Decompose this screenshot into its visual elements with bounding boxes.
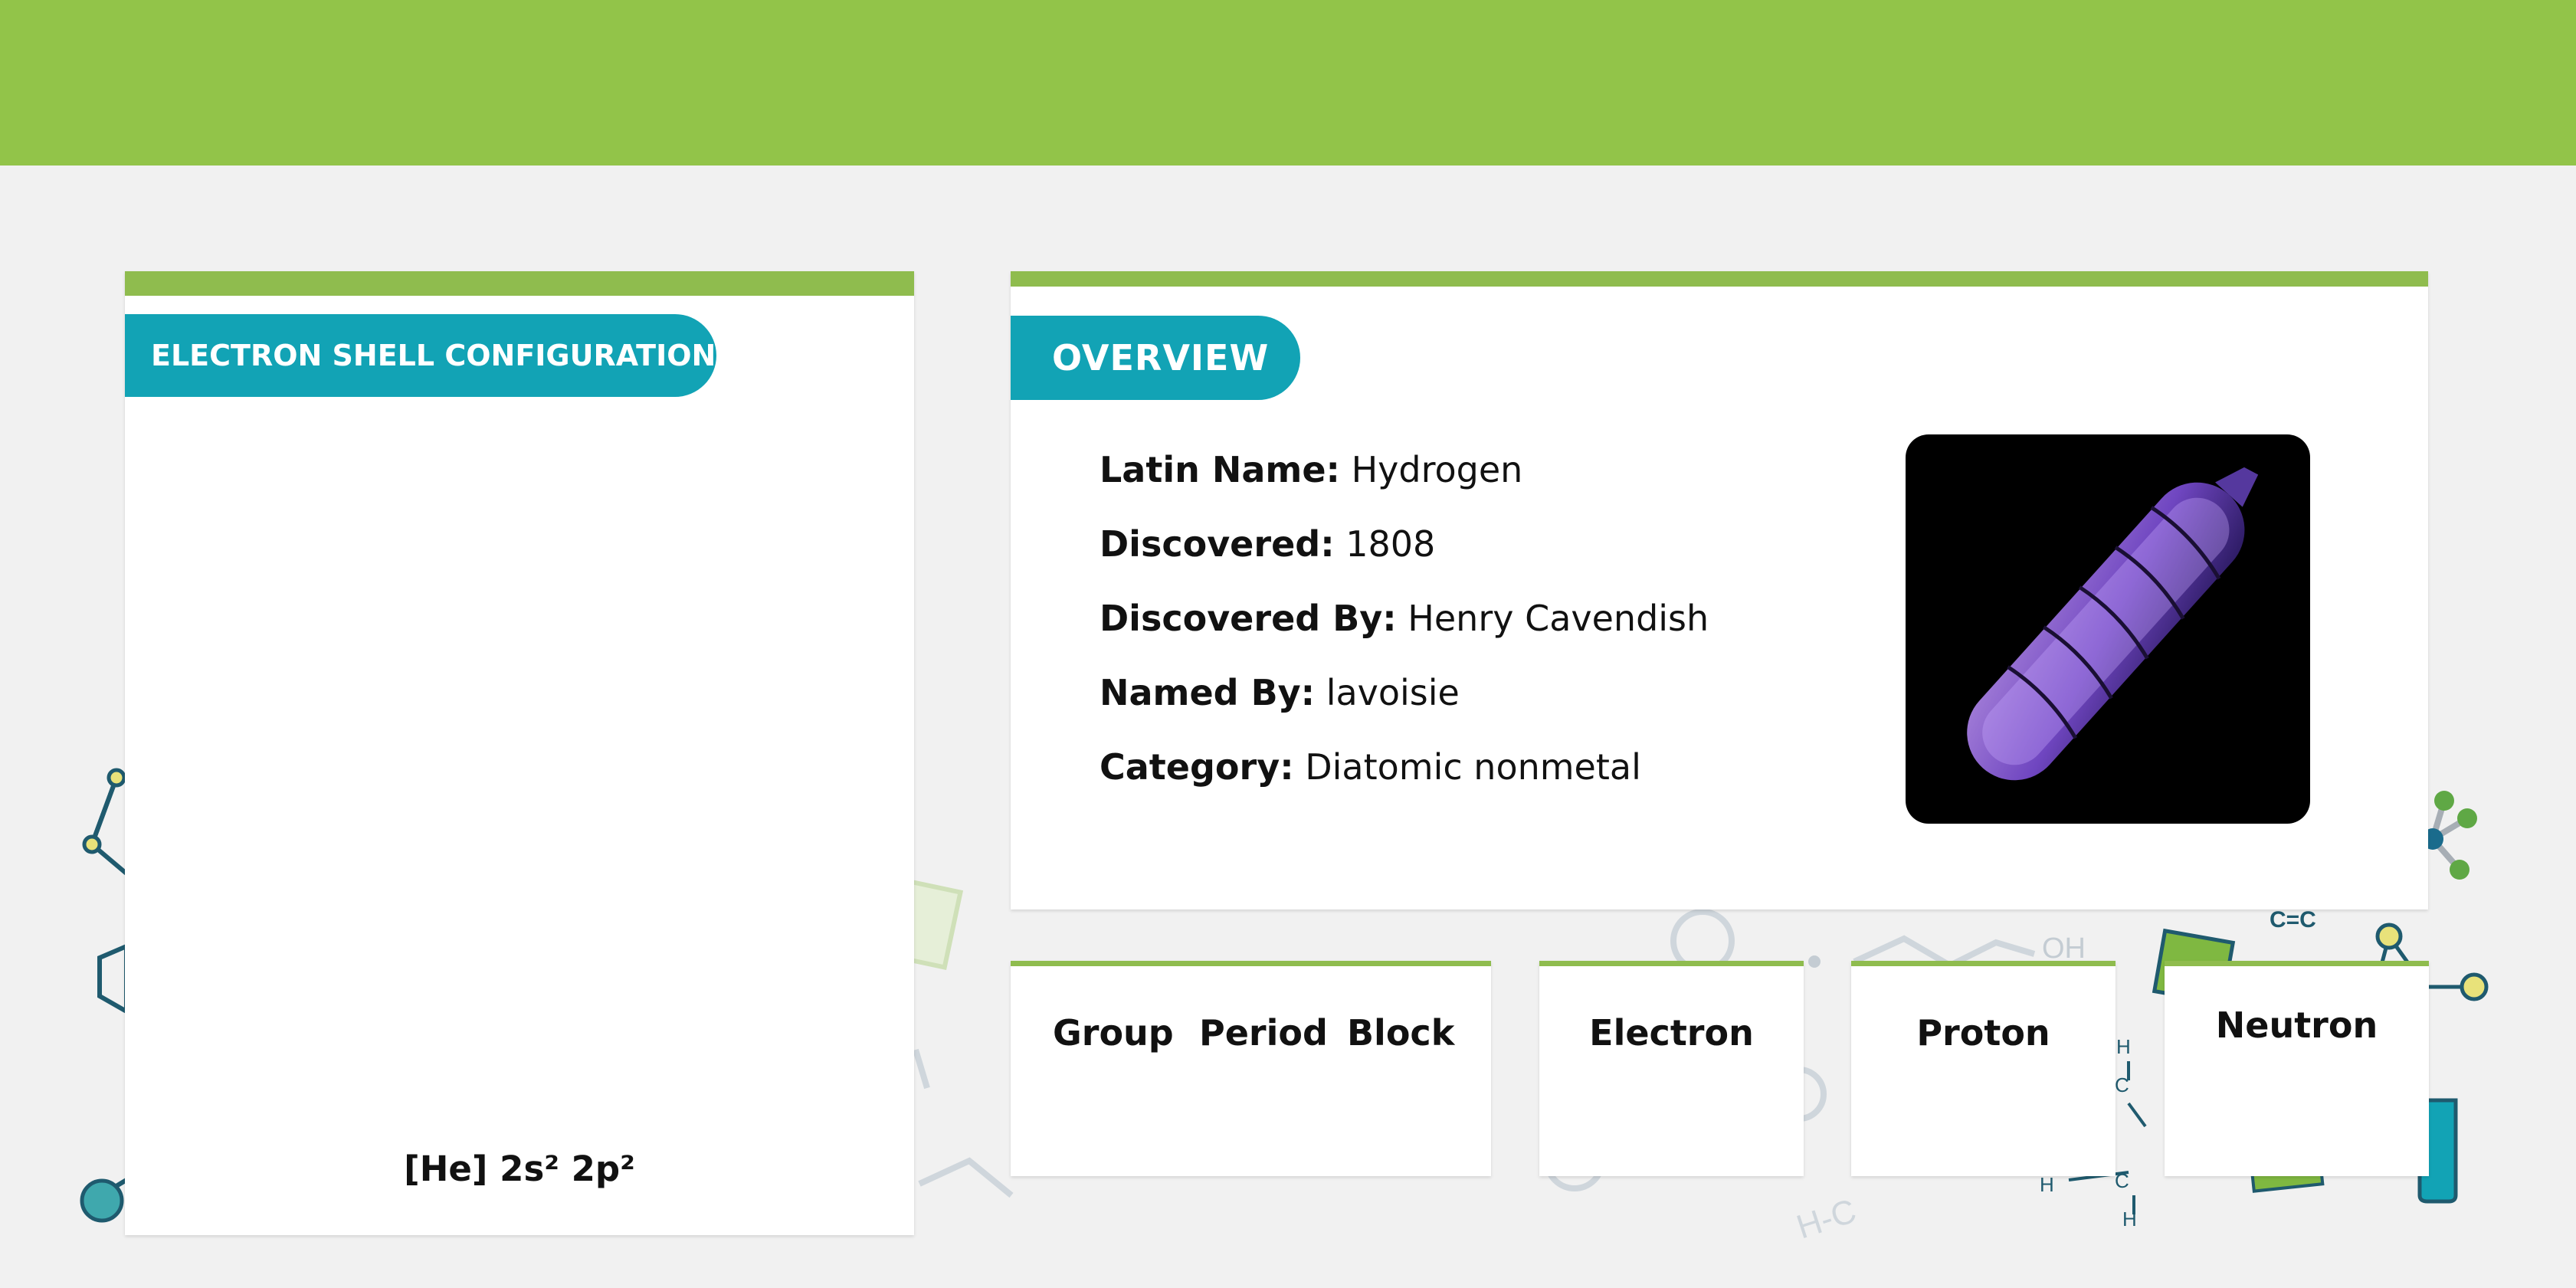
glowing-gas-tube-image [1967,467,2259,781]
field-value: Diatomic nonmetal [1305,746,1641,788]
field-label: Named By: [1100,672,1316,713]
bg-label-c1: C [2115,1073,2129,1096]
electron-configuration-text: [He] 2s² 2p² [404,1149,635,1189]
bond-line [913,1048,930,1090]
field-label: Discovered: [1100,523,1335,565]
field-value: Hydrogen [1351,449,1523,490]
overview-field-category: Category: Diatomic nonmetal [1100,745,1709,819]
overview-field-discovered-by: Discovered By: Henry Cavendish [1100,596,1709,670]
overview-field-latin-name: Latin Name: Hydrogen [1100,447,1709,522]
left-atom-teal [80,1178,124,1223]
right-atom-yellow-1 [2375,923,2403,950]
bg-dot [1808,955,1821,968]
proton-label: Proton [1916,1012,2050,1054]
field-label: Latin Name: [1100,449,1340,490]
periodic-position-card: Group Period Block [1011,961,1491,1176]
left-atom-yellow-2 [82,834,102,854]
electron-shell-card: ELECTRON SHELL CONFIGURATION [He] 2s² 2p… [125,271,914,1235]
bg-label-oh: OH [2042,932,2086,965]
overview-field-list: Latin Name: Hydrogen Discovered: 1808 Di… [1100,447,1709,819]
overview-field-discovered: Discovered: 1808 [1100,522,1709,596]
electron-count-card: Electron [1539,961,1804,1176]
electron-label: Electron [1589,1012,1754,1054]
overview-title-pill: OVERVIEW [1011,316,1300,400]
right-atom-green-3 [2450,860,2469,880]
neutron-label: Neutron [2215,1005,2378,1046]
bg-label-h2: H [2040,1173,2054,1196]
field-label: Discovered By: [1100,598,1397,639]
neutron-count-card: Neutron [2165,961,2429,1176]
overview-title: OVERVIEW [1052,337,1270,379]
left-ring-fragment [97,942,129,1016]
proton-count-card: Proton [1851,961,2116,1176]
right-atom-green-2 [2457,808,2477,828]
left-atom-yellow-1 [107,768,126,788]
right-atom-green-1 [2434,791,2454,811]
electron-shell-title-pill: ELECTRON SHELL CONFIGURATION [125,314,716,397]
bg-label-cc: C=C [2270,907,2316,932]
field-value: 1808 [1345,523,1436,565]
group-label: Group [1053,1012,1174,1054]
overview-field-named-by: Named By: lavoisie [1100,670,1709,745]
overview-card: OVERVIEW Latin Name: Hydrogen Discovered… [1011,271,2428,909]
page-root: OH H-C C=C H H H C C ELECTRON SHELL CONF… [0,0,2576,1288]
bg-label-h1: H [2116,1035,2131,1058]
period-label: Period [1199,1012,1328,1054]
field-value: lavoisie [1326,672,1460,713]
field-label: Category: [1100,746,1294,788]
element-photo [1906,434,2310,824]
field-value: Henry Cavendish [1408,598,1709,639]
bg-label-hc: H-C [1792,1192,1861,1247]
zigzag-chain-line-bottom [918,1157,1014,1198]
electron-shell-title: ELECTRON SHELL CONFIGURATION [151,339,716,372]
block-label: Block [1347,1012,1455,1054]
right-atom-yellow-2 [2460,972,2489,1001]
